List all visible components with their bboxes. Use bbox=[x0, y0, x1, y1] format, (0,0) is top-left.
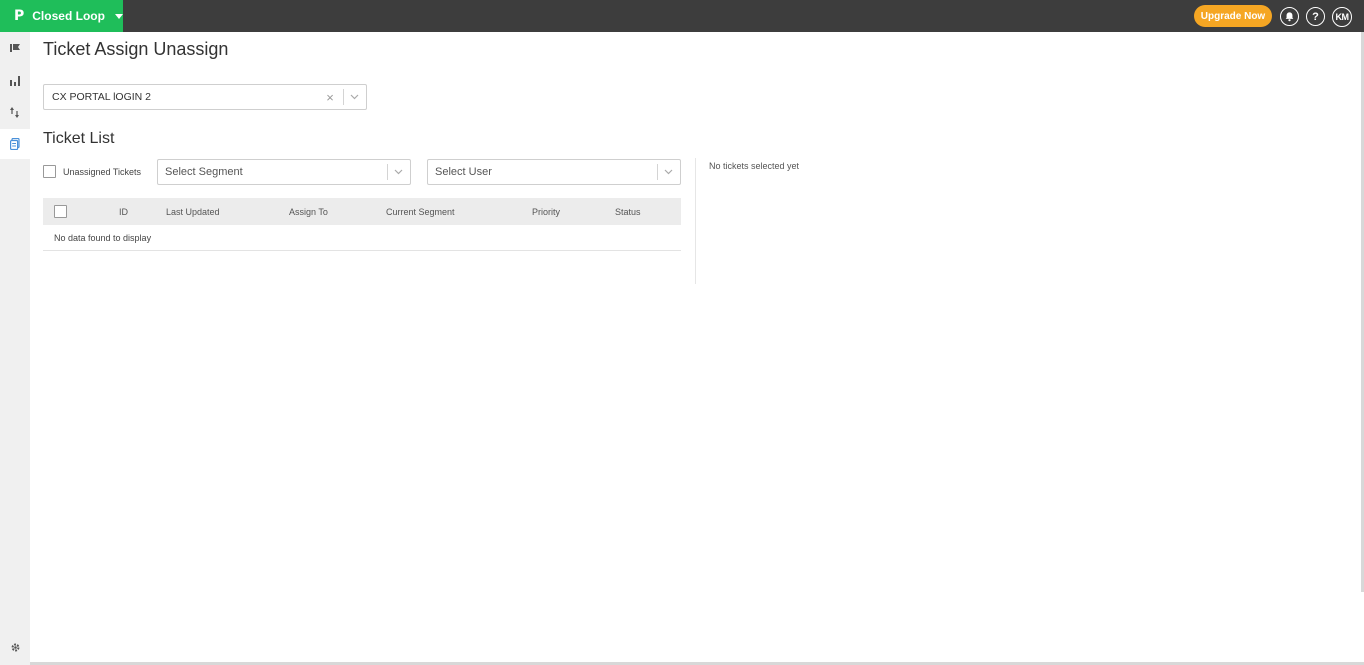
no-selection-message: No tickets selected yet bbox=[709, 161, 800, 171]
segment-placeholder: Select Segment bbox=[165, 166, 243, 178]
unassigned-checkbox[interactable] bbox=[43, 165, 56, 178]
product-name: Closed Loop bbox=[32, 9, 105, 23]
ticket-table: ID Last Updated Assign To Current Segmen… bbox=[43, 198, 681, 251]
page-title: Ticket Assign Unassign bbox=[43, 39, 229, 59]
survey-select-value: CX PORTAL lOGIN 2 bbox=[52, 91, 151, 103]
column-header-priority[interactable]: Priority bbox=[532, 207, 560, 217]
chevron-down-icon[interactable] bbox=[348, 91, 360, 103]
bar-chart-icon[interactable] bbox=[0, 65, 30, 95]
product-switcher[interactable]: P Closed Loop bbox=[0, 0, 123, 32]
caret-down-icon bbox=[114, 13, 123, 19]
help-button[interactable]: ? bbox=[1306, 7, 1325, 26]
survey-select[interactable]: CX PORTAL lOGIN 2 × bbox=[43, 84, 367, 110]
sort-arrows-icon[interactable] bbox=[0, 97, 30, 127]
left-sidebar bbox=[0, 32, 30, 665]
empty-table-message: No data found to display bbox=[43, 225, 681, 251]
column-header-id[interactable]: ID bbox=[119, 207, 128, 217]
user-select[interactable]: Select User bbox=[427, 159, 681, 185]
column-header-current-segment[interactable]: Current Segment bbox=[386, 207, 455, 217]
tickets-icon[interactable] bbox=[0, 129, 30, 159]
table-header: ID Last Updated Assign To Current Segmen… bbox=[43, 198, 681, 225]
column-header-status[interactable]: Status bbox=[615, 207, 641, 217]
column-header-last-updated[interactable]: Last Updated bbox=[166, 207, 220, 217]
product-logo: P bbox=[14, 8, 25, 24]
user-avatar[interactable]: KM bbox=[1332, 7, 1352, 27]
select-all-checkbox[interactable] bbox=[54, 205, 67, 218]
unassigned-tickets-toggle[interactable]: Unassigned Tickets bbox=[43, 165, 141, 178]
select-separator bbox=[387, 164, 388, 180]
upgrade-now-button[interactable]: Upgrade Now bbox=[1194, 5, 1272, 27]
select-separator bbox=[657, 164, 658, 180]
chevron-down-icon[interactable] bbox=[662, 166, 674, 178]
ticket-list-title: Ticket List bbox=[43, 130, 115, 147]
top-bar: P Closed Loop Upgrade Now ? KM bbox=[0, 0, 1364, 32]
segment-select[interactable]: Select Segment bbox=[157, 159, 411, 185]
user-placeholder: Select User bbox=[435, 166, 492, 178]
settings-icon[interactable] bbox=[0, 632, 30, 662]
column-header-assign-to[interactable]: Assign To bbox=[289, 207, 328, 217]
clear-icon[interactable]: × bbox=[321, 90, 339, 105]
panel-divider bbox=[695, 158, 696, 284]
chevron-down-icon[interactable] bbox=[392, 166, 404, 178]
select-separator bbox=[343, 89, 344, 105]
notification-bell-icon[interactable] bbox=[1280, 7, 1299, 26]
unassigned-label: Unassigned Tickets bbox=[63, 166, 142, 177]
flag-icon[interactable] bbox=[0, 33, 30, 63]
